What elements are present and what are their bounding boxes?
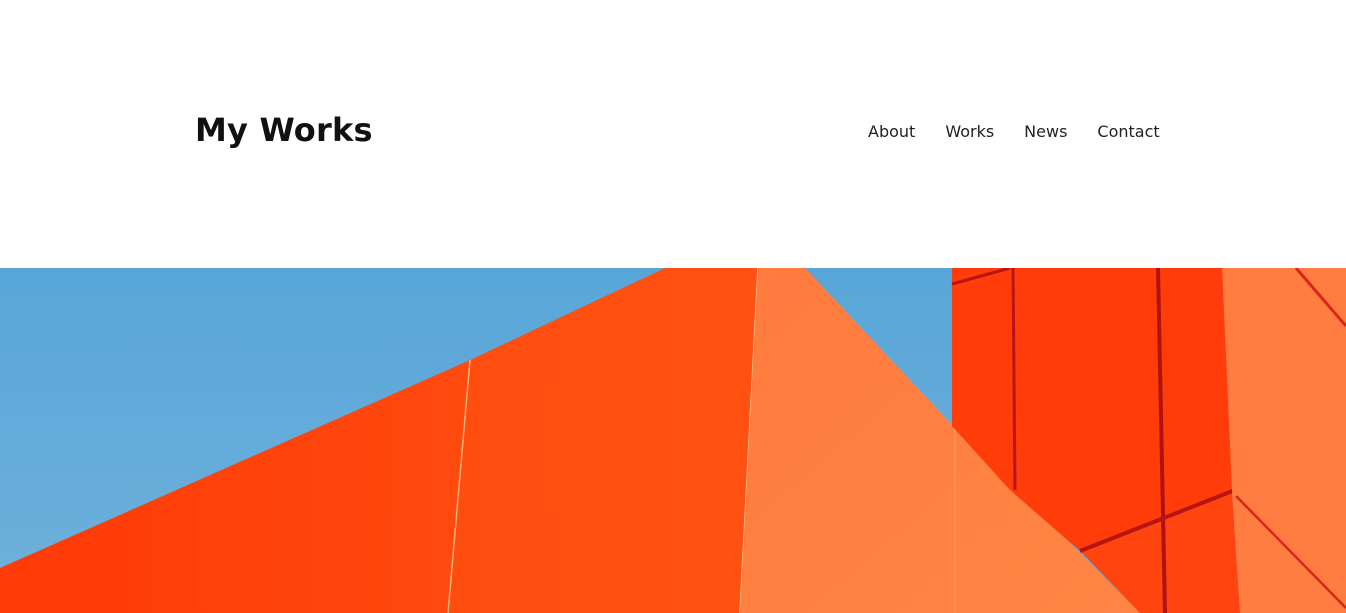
site-logo[interactable]: My Works [195,110,373,150]
nav-item-contact: Contact [1097,120,1159,144]
tower-groove [1011,268,1017,491]
nav-link-works[interactable]: Works [945,122,994,141]
nav-link-news[interactable]: News [1024,122,1067,141]
site-header: My Works About Works News Contact [0,0,1346,268]
nav-item-about: About [868,120,915,144]
nav-link-about[interactable]: About [868,122,915,141]
tower-face-light [1222,268,1346,613]
nav-list: About Works News Contact [868,120,1160,144]
hero-image [0,268,1346,613]
nav-link-contact[interactable]: Contact [1097,122,1159,141]
hero-building-illustration [0,268,1346,613]
nav-item-news: News [1024,120,1067,144]
nav-item-works: Works [945,120,994,144]
